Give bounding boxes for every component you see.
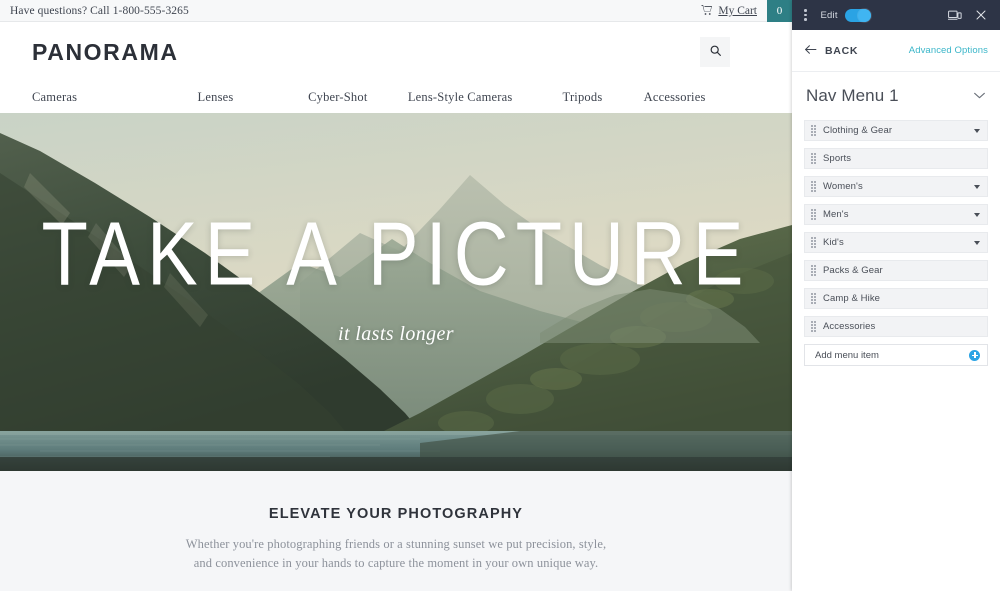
utility-bar: Have questions? Call 1-800-555-3265 My C… [0,0,792,22]
back-label: BACK [825,44,859,57]
menu-item-label: Accessories [823,321,876,332]
nav-item-lenses[interactable]: Lenses [154,90,276,105]
drag-handle-icon[interactable] [811,293,816,304]
cart-link[interactable]: My Cart [695,0,767,22]
more-vertical-icon[interactable] [800,6,811,24]
cart-count-badge: 0 [767,0,792,22]
main-navigation: Cameras Lenses Cyber-Shot Lens-Style Cam… [0,82,792,113]
hero-subtitle: it lasts longer [337,322,454,345]
hero-banner: TAKE A PICTURE it lasts longer [0,113,792,471]
hero-text-overlay: TAKE A PICTURE it lasts longer [0,113,792,471]
phone-text: Have questions? Call 1-800-555-3265 [10,4,189,17]
menu-item-packs-and-gear[interactable]: Packs & Gear [804,260,988,281]
panel-topbar: Edit [792,0,1000,30]
nav-menu-title: Nav Menu 1 [806,86,899,105]
drag-handle-icon[interactable] [811,125,816,136]
intro-heading: ELEVATE YOUR PHOTOGRAPHY [268,506,524,522]
nav-item-cyber-shot[interactable]: Cyber-Shot [277,90,399,105]
brand-logo[interactable]: PANORAMA [0,39,179,66]
intro-body-line-1: Whether you're photographing friends or … [185,537,607,551]
nav-menu-header[interactable]: Nav Menu 1 [804,84,988,106]
intro-body-line-2: and convenience in your hands to capture… [193,556,599,571]
cart-label: My Cart [718,5,757,17]
drag-handle-icon[interactable] [811,153,816,164]
masthead: PANORAMA [0,22,792,82]
site-preview: Have questions? Call 1-800-555-3265 My C… [0,0,792,591]
menu-item-label: Camp & Hike [823,293,881,304]
advanced-options-link[interactable]: Advanced Options [909,45,988,56]
menu-item-label: Women's [823,181,863,192]
caret-down-icon[interactable] [974,184,980,189]
menu-item-label: Clothing & Gear [823,125,893,136]
drag-handle-icon[interactable] [811,209,816,220]
nav-menu-item-list: Clothing & Gear Sports Women's Men's Kid… [804,120,988,337]
arrow-left-icon [804,43,817,58]
editor-panel: Edit BACK Advanced Options Nav Menu 1 Cl… [792,0,1000,591]
add-menu-item-button[interactable]: Add menu item [804,344,988,366]
menu-item-label: Kid's [823,237,844,248]
search-icon [709,44,722,60]
drag-handle-icon[interactable] [811,321,816,332]
menu-item-camp-and-hike[interactable]: Camp & Hike [804,288,988,309]
utility-right-group: My Cart 0 [695,0,792,22]
drag-handle-icon[interactable] [811,181,816,192]
panel-subbar: BACK Advanced Options [792,30,1000,72]
shopping-cart-icon [701,4,713,19]
drag-handle-icon[interactable] [811,265,816,276]
menu-item-label: Packs & Gear [823,265,883,276]
menu-item-label: Sports [823,153,852,164]
nav-item-tripods[interactable]: Tripods [521,90,643,105]
caret-down-icon[interactable] [974,128,980,133]
back-button[interactable]: BACK [804,43,858,58]
edit-mode-label: Edit [820,9,838,21]
device-preview-icon[interactable] [944,7,966,24]
hero-title: TAKE A PICTURE [41,203,751,305]
menu-item-label: Men's [823,209,849,220]
intro-section: ELEVATE YOUR PHOTOGRAPHY Whether you're … [0,471,792,591]
plus-circle-icon[interactable] [969,349,980,361]
chevron-down-icon[interactable] [973,87,986,105]
editor-app: Have questions? Call 1-800-555-3265 My C… [0,0,1000,591]
nav-item-lens-style-cameras[interactable]: Lens-Style Cameras [399,90,521,105]
caret-down-icon[interactable] [974,240,980,245]
caret-down-icon[interactable] [974,212,980,217]
nav-item-accessories[interactable]: Accessories [644,90,766,105]
menu-item-accessories[interactable]: Accessories [804,316,988,337]
nav-item-cameras[interactable]: Cameras [26,90,154,105]
menu-item-mens[interactable]: Men's [804,204,988,225]
menu-item-clothing-and-gear[interactable]: Clothing & Gear [804,120,988,141]
menu-item-kids[interactable]: Kid's [804,232,988,253]
intro-body: Whether you're photographing friends or … [0,535,792,574]
search-button[interactable] [700,37,730,67]
edit-mode-toggle[interactable] [844,8,871,22]
menu-item-womens[interactable]: Women's [804,176,988,197]
drag-handle-icon[interactable] [811,237,816,248]
menu-item-sports[interactable]: Sports [804,148,988,169]
panel-body: Nav Menu 1 Clothing & Gear Sports Women'… [792,72,1000,591]
add-menu-item-label: Add menu item [815,349,879,361]
close-icon[interactable] [971,6,991,24]
